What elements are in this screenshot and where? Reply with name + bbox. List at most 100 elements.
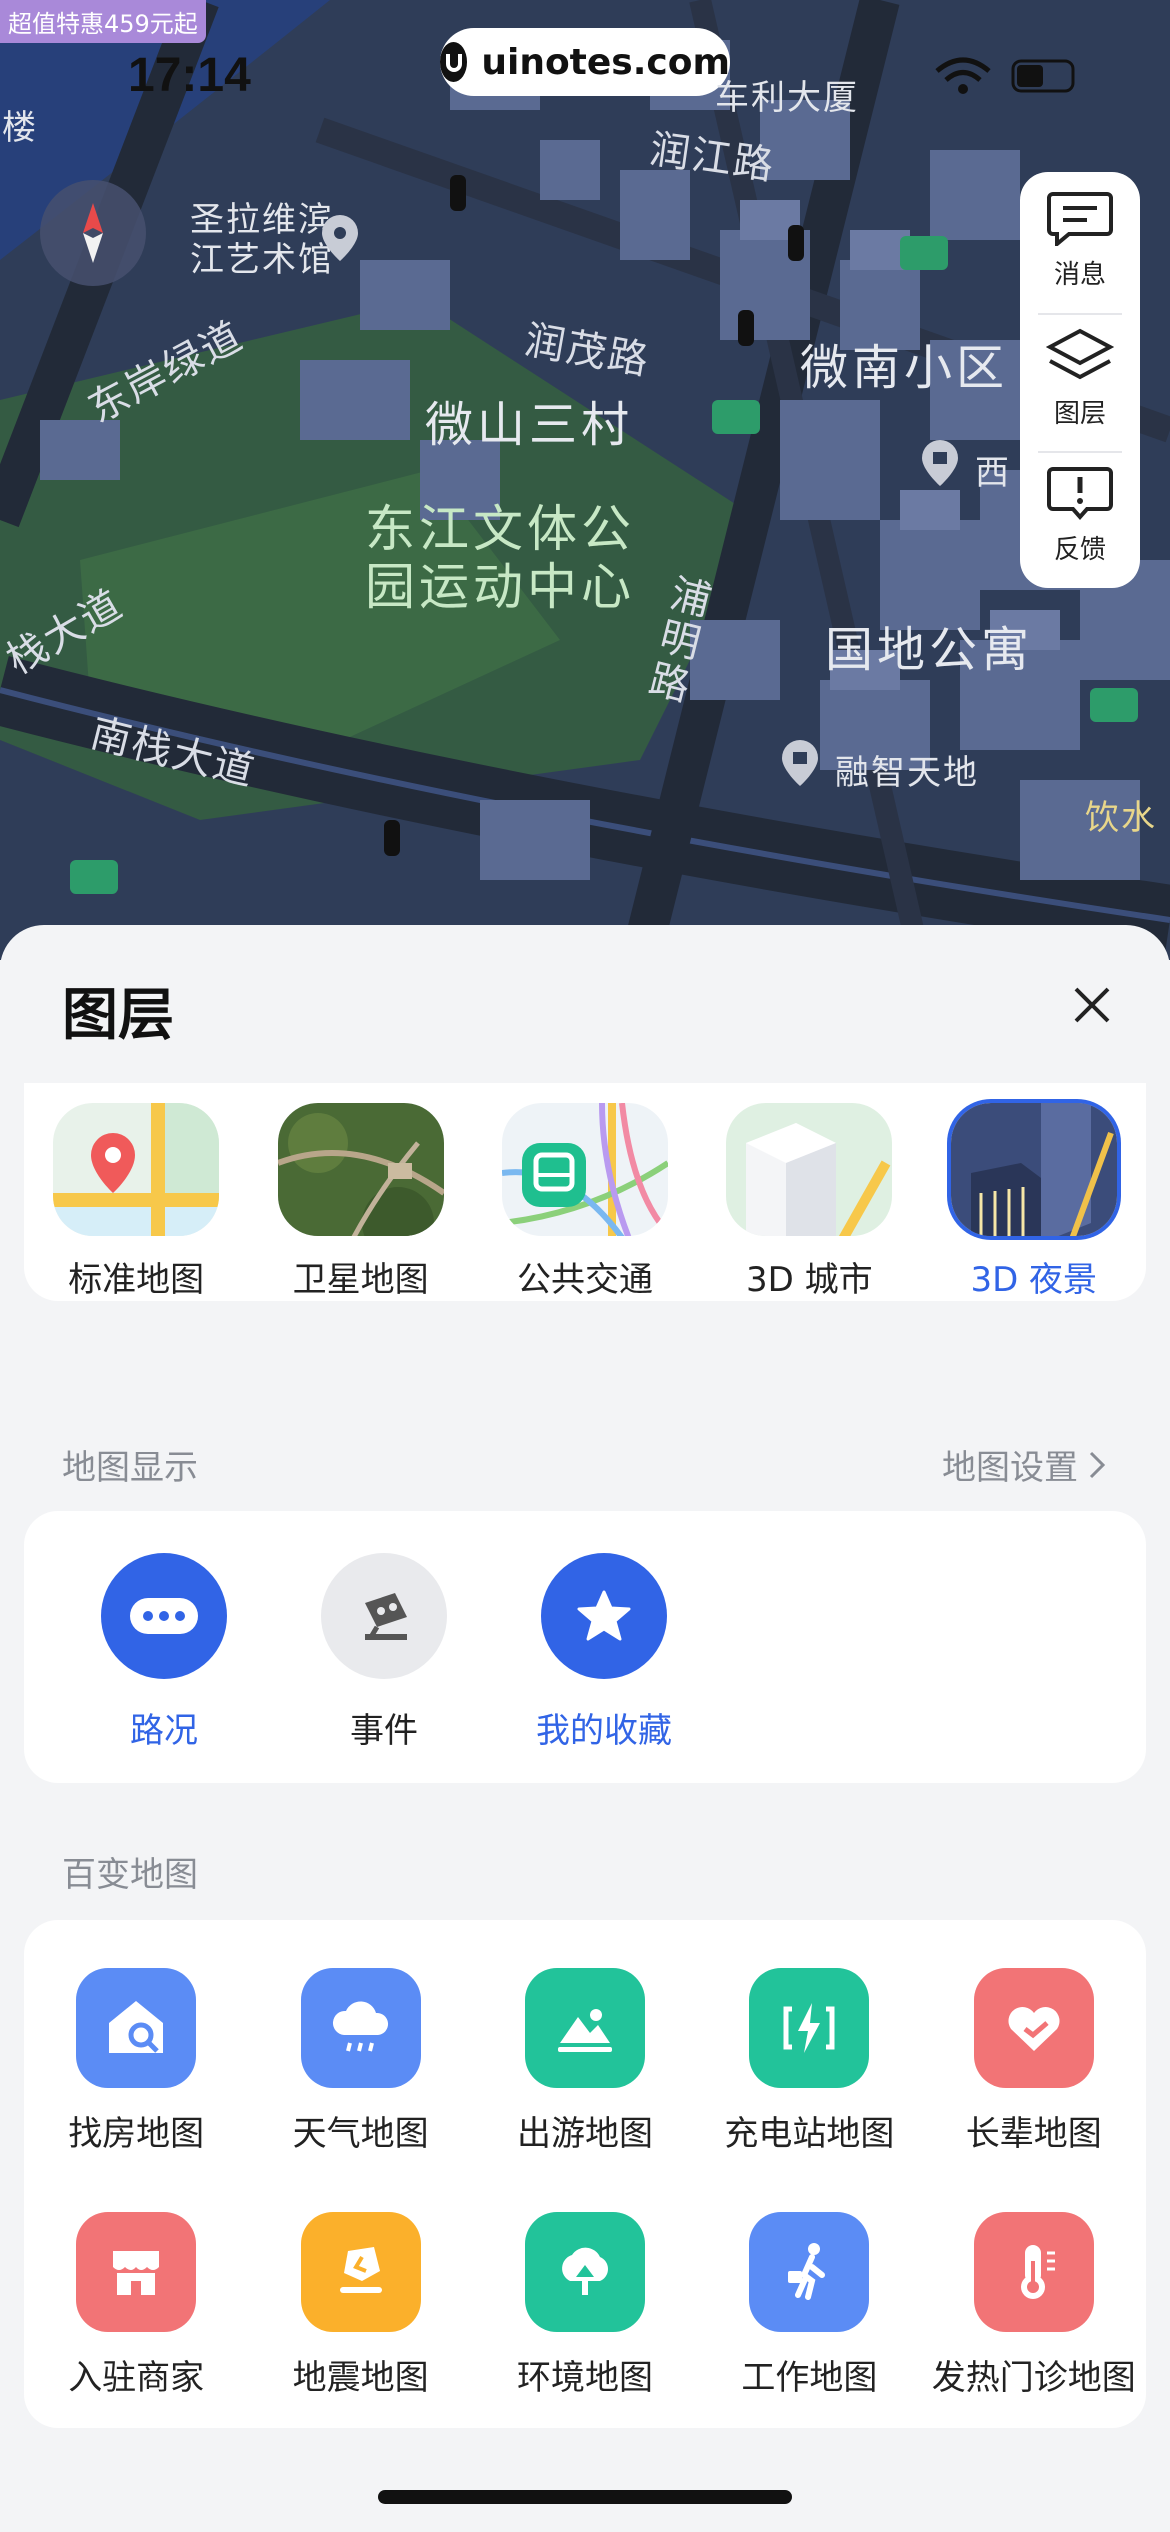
- baibian-card: 找房地图 天气地图 出游地图 充电站地图 长辈地图 入驻商家 地震地图 环境地图…: [24, 1920, 1146, 2428]
- work-tile: [749, 2212, 870, 2332]
- tool-layers-button[interactable]: 图层: [1020, 315, 1140, 450]
- travel-icon: [557, 2009, 612, 2052]
- display-traffic-label: 路况: [130, 1711, 198, 1751]
- charging-icon: [783, 2003, 835, 2053]
- layer-transit-label: 公共交通: [516, 1260, 653, 1300]
- fever-clinic-tile: [973, 2212, 1094, 2332]
- promo-banner[interactable]: 超值特惠459元起: [0, 0, 206, 43]
- layer-3d-night[interactable]: 3D 夜景: [934, 1083, 1134, 1301]
- tool-message-button[interactable]: 消息: [1020, 190, 1140, 313]
- map-settings-link[interactable]: 地图设置: [942, 1440, 1106, 1489]
- baibian-label: 出游地图: [516, 2114, 653, 2154]
- layer-standard[interactable]: 标准地图: [36, 1083, 236, 1301]
- map-label-lou: 楼: [2, 108, 38, 148]
- layer-standard-label: 标准地图: [68, 1260, 205, 1300]
- tool-layers-label: 图层: [1053, 399, 1106, 430]
- charging-tile: [749, 1968, 870, 2088]
- baibian-label: 工作地图: [741, 2358, 878, 2398]
- baibian-weather[interactable]: 天气地图: [248, 1940, 472, 2184]
- fever-clinic-icon: [1020, 2245, 1055, 2299]
- event-toggle: [321, 1553, 447, 1679]
- map-label-xi: 西: [975, 453, 1011, 493]
- layer-satellite-label: 卫星地图: [292, 1260, 429, 1300]
- watermark-logo-icon: [440, 42, 468, 82]
- baibian-travel[interactable]: 出游地图: [473, 1940, 697, 2184]
- favorites-icon: [577, 1590, 631, 1641]
- transit-map-thumb: [501, 1103, 668, 1236]
- environment-icon: [562, 2247, 608, 2295]
- baibian-label: 天气地图: [292, 2114, 429, 2154]
- baibian-earthquake[interactable]: 地震地图: [248, 2184, 472, 2428]
- display-traffic[interactable]: 路况: [54, 1511, 274, 1783]
- baibian-label: 长辈地图: [965, 2114, 1102, 2154]
- close-icon: [1074, 987, 1110, 1023]
- weather-icon: [332, 2001, 388, 2052]
- map-view[interactable]: 超值特惠459元起 17:14 uinotes.com 楼 车利大厦 润江路 圣…: [0, 0, 1170, 960]
- baibian-label: 发热门诊地图: [931, 2358, 1136, 2398]
- map-label-yinshui: 饮水: [1085, 798, 1157, 838]
- watermark-pill: uinotes.com: [440, 28, 730, 96]
- baibian-elder[interactable]: 长辈地图: [922, 1940, 1146, 2184]
- elder-tile: [973, 1968, 1094, 2088]
- baibian-label: 地震地图: [292, 2358, 429, 2398]
- earthquake-icon: [339, 2247, 382, 2293]
- house-search-tile: [76, 1968, 197, 2088]
- work-icon: [788, 2243, 826, 2300]
- earthquake-tile: [300, 2212, 421, 2332]
- map-label-weinan: 微南小区: [800, 340, 1009, 396]
- layers-sheet: 图层 标准地图 卫星地图 公共交通 3D 城市 3D 夜景 地图显示 地图设置 …: [0, 925, 1170, 2532]
- chevron-right-icon: [1089, 1451, 1106, 1478]
- baibian-house-search[interactable]: 找房地图: [24, 1940, 248, 2184]
- poi-pin-rongzhi-icon: [782, 740, 818, 786]
- sheet-title: 图层: [62, 983, 174, 1048]
- merchant-icon: [113, 2251, 160, 2295]
- compass-button[interactable]: [40, 180, 146, 286]
- status-icons: [935, 57, 1075, 94]
- display-favorites[interactable]: 我的收藏: [494, 1511, 714, 1783]
- merchant-tile: [76, 2212, 197, 2332]
- traffic-toggle: [101, 1553, 227, 1679]
- baibian-fever-clinic[interactable]: 发热门诊地图: [922, 2184, 1146, 2428]
- tool-feedback-button[interactable]: 反馈: [1020, 453, 1140, 588]
- house-search-icon: [109, 2001, 164, 2053]
- layer-3d-city-label: 3D 城市: [746, 1260, 873, 1300]
- tool-feedback-label: 反馈: [1053, 534, 1106, 565]
- layer-3d-night-label: 3D 夜景: [970, 1260, 1098, 1300]
- elder-icon: [1008, 2006, 1060, 2051]
- layer-3d-city[interactable]: 3D 城市: [709, 1083, 909, 1301]
- tool-message-label: 消息: [1053, 260, 1106, 290]
- display-event[interactable]: 事件: [274, 1511, 494, 1783]
- display-section-title: 地图显示: [62, 1448, 198, 1488]
- display-card: 路况 事件 我的收藏: [24, 1511, 1146, 1783]
- map-settings-label: 地图设置: [942, 1448, 1078, 1488]
- weather-tile: [300, 1968, 421, 2088]
- display-favorites-label: 我的收藏: [536, 1711, 672, 1751]
- baibian-charging[interactable]: 充电站地图: [697, 1940, 921, 2184]
- map-label-building: 车利大厦: [715, 78, 859, 118]
- event-icon: [365, 1593, 407, 1640]
- map-label-art-museum: 圣拉维滨 江艺术馆: [190, 200, 334, 280]
- baibian-merchant[interactable]: 入驻商家: [24, 2184, 248, 2428]
- map-label-rongzhi: 融智天地: [835, 753, 979, 793]
- baibian-label: 充电站地图: [724, 2114, 895, 2154]
- compass-icon: [83, 203, 103, 263]
- satellite-map-thumb: [277, 1103, 444, 1236]
- layer-transit[interactable]: 公共交通: [485, 1083, 685, 1301]
- layer-satellite[interactable]: 卫星地图: [261, 1083, 461, 1301]
- baibian-label: 找房地图: [68, 2114, 205, 2154]
- baibian-section-title: 百变地图: [62, 1855, 198, 1895]
- poi-pin-xi-icon: [922, 440, 958, 486]
- feedback-icon: [1047, 466, 1113, 520]
- display-event-label: 事件: [350, 1711, 418, 1751]
- travel-tile: [524, 1968, 645, 2088]
- home-indicator[interactable]: [378, 2490, 792, 2504]
- baibian-label: 入驻商家: [68, 2358, 205, 2398]
- standard-map-thumb: [53, 1103, 220, 1236]
- map-label-park: 东江文体公 园运动中心: [365, 500, 635, 616]
- 3d-city-thumb: [726, 1103, 893, 1236]
- map-tool-panel: 消息 图层 反馈: [1020, 172, 1140, 588]
- layers-icon: [1046, 329, 1114, 380]
- close-button[interactable]: [1062, 975, 1122, 1035]
- baibian-work[interactable]: 工作地图: [697, 2184, 921, 2428]
- baibian-environment[interactable]: 环境地图: [473, 2184, 697, 2428]
